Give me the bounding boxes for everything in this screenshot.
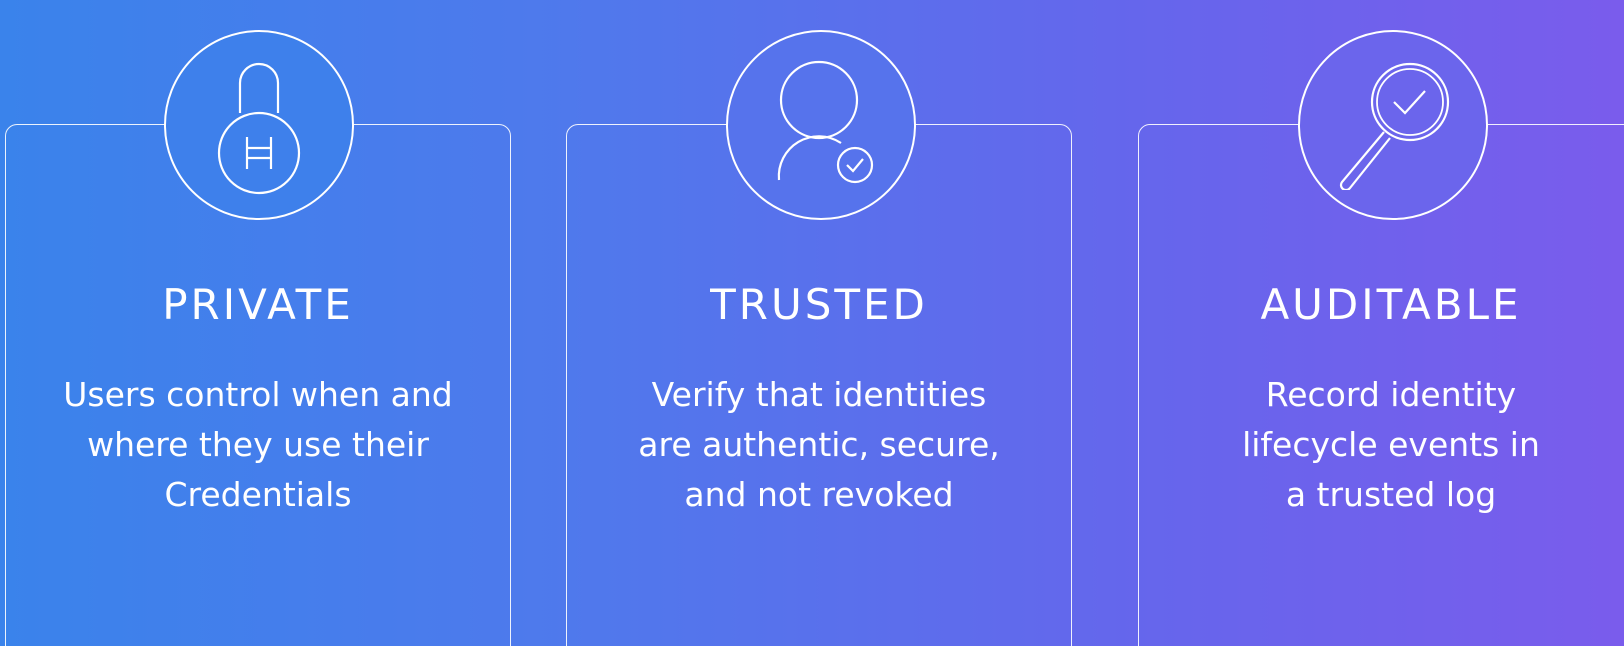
user-check-icon [777,60,874,184]
feature-badge-auditable [1298,30,1488,220]
description-line: Users control when and [63,375,453,414]
description-line: Verify that identities [651,375,987,414]
feature-badge-private [164,30,354,220]
feature-description-trusted: Verify that identities are authentic, se… [566,370,1072,520]
feature-title-private: PRIVATE [162,280,354,329]
feature-title-trusted: TRUSTED [710,280,928,329]
description-line: lifecycle events in [1242,425,1540,464]
description-line: are authentic, secure, [638,425,1000,464]
description-line: a trusted log [1285,475,1497,514]
description-line: where they use their [87,425,429,464]
description-line: Credentials [164,475,352,514]
magnifier-check-icon [1339,62,1450,190]
padlock-icon [217,62,301,195]
feature-title-auditable: AUDITABLE [1260,280,1522,329]
feature-description-private: Users control when and where they use th… [5,370,511,520]
feature-description-auditable: Record identity lifecycle events in a tr… [1138,370,1624,520]
description-line: and not revoked [684,475,954,514]
description-line: Record identity [1265,375,1517,414]
feature-badge-trusted [726,30,916,220]
